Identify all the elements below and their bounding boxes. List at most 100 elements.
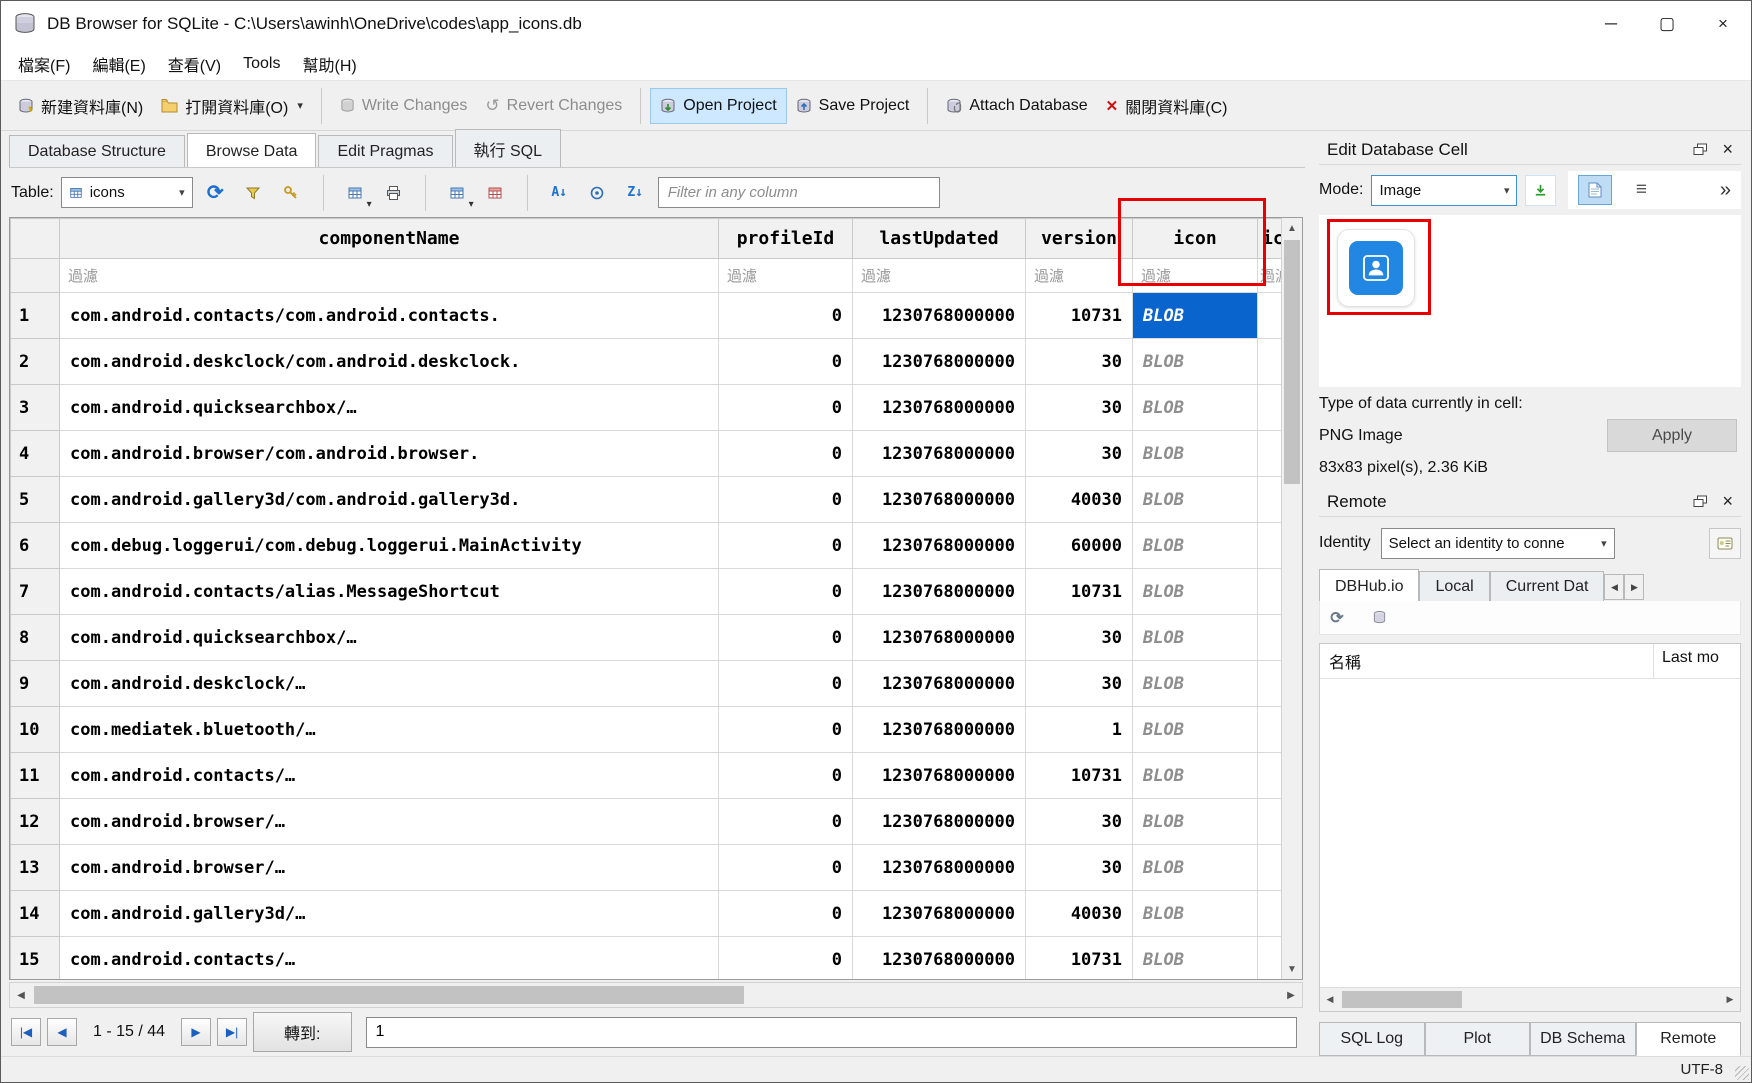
filter-lastupdated[interactable]: 過濾 bbox=[853, 259, 1026, 293]
dock-tab-remote[interactable]: Remote bbox=[1636, 1022, 1742, 1056]
row-number-cell[interactable]: 12 bbox=[11, 799, 60, 845]
icon-cell[interactable]: BLOB bbox=[1133, 385, 1258, 431]
profileid-cell[interactable]: 0 bbox=[719, 661, 853, 707]
row-number-cell[interactable]: 3 bbox=[11, 385, 60, 431]
tab-edit-pragmas[interactable]: Edit Pragmas bbox=[318, 135, 452, 167]
profileid-cell[interactable]: 0 bbox=[719, 569, 853, 615]
dock-tab-db-schema[interactable]: DB Schema bbox=[1530, 1022, 1636, 1056]
componentname-cell[interactable]: com.android.gallery3d/com.android.galler… bbox=[60, 477, 719, 523]
goto-record-input[interactable] bbox=[366, 1017, 1298, 1048]
icon-cell[interactable]: BLOB bbox=[1133, 431, 1258, 477]
icon-cell[interactable]: BLOB bbox=[1133, 661, 1258, 707]
version-cell[interactable]: 30 bbox=[1026, 799, 1133, 845]
previous-record-button[interactable]: ◀ bbox=[47, 1018, 77, 1046]
remote-tab-local[interactable]: Local bbox=[1419, 571, 1489, 601]
version-cell[interactable]: 30 bbox=[1026, 845, 1133, 891]
filter-version[interactable]: 過濾 bbox=[1026, 259, 1133, 293]
remote-horizontal-scrollbar[interactable]: ◀ ▶ bbox=[1320, 987, 1740, 1011]
toolbar-overflow-icon[interactable]: » bbox=[1720, 179, 1731, 202]
profileid-cell[interactable]: 0 bbox=[719, 753, 853, 799]
tab-database-structure[interactable]: Database Structure bbox=[9, 135, 185, 167]
version-cell[interactable]: 40030 bbox=[1026, 891, 1133, 937]
attach-database-button[interactable]: Attach Database bbox=[937, 89, 1096, 123]
close-panel-icon[interactable]: × bbox=[1722, 139, 1733, 160]
profileid-cell[interactable]: 0 bbox=[719, 477, 853, 523]
version-cell[interactable]: 40030 bbox=[1026, 477, 1133, 523]
corner-header-cell[interactable] bbox=[11, 219, 60, 259]
vertical-scrollbar-thumb[interactable] bbox=[1284, 240, 1300, 484]
componentname-cell[interactable]: com.android.browser/… bbox=[60, 845, 719, 891]
resize-grip[interactable] bbox=[1735, 1066, 1749, 1080]
word-wrap-button[interactable]: ≡ bbox=[1624, 175, 1658, 205]
clear-filters-button[interactable] bbox=[238, 177, 269, 208]
lastupdated-cell[interactable]: 1230768000000 bbox=[853, 385, 1026, 431]
version-cell[interactable]: 1 bbox=[1026, 707, 1133, 753]
global-filter-input[interactable] bbox=[658, 177, 940, 208]
horizontal-scrollbar-thumb[interactable] bbox=[34, 986, 744, 1004]
icon-cell[interactable]: BLOB bbox=[1133, 799, 1258, 845]
import-certificate-button[interactable] bbox=[1709, 528, 1741, 559]
row-number-cell[interactable]: 13 bbox=[11, 845, 60, 891]
profileid-cell[interactable]: 0 bbox=[719, 891, 853, 937]
delete-record-button[interactable] bbox=[480, 177, 511, 208]
version-cell[interactable]: 30 bbox=[1026, 615, 1133, 661]
sort-ascending-button[interactable]: A↓ bbox=[544, 177, 575, 208]
float-panel-icon[interactable] bbox=[1693, 143, 1708, 156]
dock-tab-sql-log[interactable]: SQL Log bbox=[1319, 1022, 1425, 1056]
version-cell[interactable]: 10731 bbox=[1026, 569, 1133, 615]
componentname-cell[interactable]: com.android.browser/com.android.browser. bbox=[60, 431, 719, 477]
lastupdated-cell[interactable]: 1230768000000 bbox=[853, 615, 1026, 661]
row-number-cell[interactable]: 8 bbox=[11, 615, 60, 661]
remote-tab-dbhub[interactable]: DBHub.io bbox=[1319, 569, 1419, 601]
scroll-down-icon[interactable]: ▼ bbox=[1282, 959, 1302, 979]
remote-col-last-modified[interactable]: Last mo bbox=[1654, 644, 1740, 678]
icon-cell[interactable]: BLOB bbox=[1133, 477, 1258, 523]
close-database-button[interactable]: ✕ 關閉資料庫(C) bbox=[1097, 86, 1237, 126]
tab-scroll-right-icon[interactable]: ▶ bbox=[1624, 574, 1644, 600]
remote-tab-current-database[interactable]: Current Dat bbox=[1490, 571, 1605, 601]
tab-browse-data[interactable]: Browse Data bbox=[187, 133, 317, 167]
next-record-button[interactable]: ▶ bbox=[181, 1018, 211, 1046]
row-number-cell[interactable]: 1 bbox=[11, 293, 60, 339]
insert-record-button[interactable]: ▾ bbox=[340, 177, 371, 208]
header-icon[interactable]: icon bbox=[1133, 219, 1258, 259]
profileid-cell[interactable]: 0 bbox=[719, 385, 853, 431]
profileid-cell[interactable]: 0 bbox=[719, 293, 853, 339]
componentname-cell[interactable]: com.android.gallery3d/… bbox=[60, 891, 719, 937]
lastupdated-cell[interactable]: 1230768000000 bbox=[853, 707, 1026, 753]
remote-col-name[interactable]: 名稱 bbox=[1320, 644, 1654, 678]
lastupdated-cell[interactable]: 1230768000000 bbox=[853, 293, 1026, 339]
close-button[interactable]: × bbox=[1695, 1, 1751, 47]
profileid-cell[interactable]: 0 bbox=[719, 937, 853, 980]
componentname-cell[interactable]: com.android.contacts/… bbox=[60, 753, 719, 799]
menu-view[interactable]: 查看(V) bbox=[157, 47, 232, 81]
scroll-up-icon[interactable]: ▲ bbox=[1282, 218, 1302, 238]
row-number-cell[interactable]: 10 bbox=[11, 707, 60, 753]
icon-cell[interactable]: BLOB bbox=[1133, 523, 1258, 569]
row-number-cell[interactable]: 7 bbox=[11, 569, 60, 615]
lastupdated-cell[interactable]: 1230768000000 bbox=[853, 477, 1026, 523]
version-cell[interactable]: 30 bbox=[1026, 385, 1133, 431]
componentname-cell[interactable]: com.android.quicksearchbox/… bbox=[60, 385, 719, 431]
filter-componentname[interactable]: 過濾 bbox=[60, 259, 719, 293]
minimize-button[interactable]: ─ bbox=[1583, 1, 1639, 47]
filter-icon[interactable]: 過濾 bbox=[1133, 259, 1258, 293]
remote-scrollbar-thumb[interactable] bbox=[1342, 991, 1462, 1008]
lastupdated-cell[interactable]: 1230768000000 bbox=[853, 799, 1026, 845]
refresh-button[interactable]: ⟳ bbox=[200, 177, 231, 208]
componentname-cell[interactable]: com.android.contacts/alias.MessageShortc… bbox=[60, 569, 719, 615]
componentname-cell[interactable]: com.android.contacts/com.android.contact… bbox=[60, 293, 719, 339]
header-partial[interactable]: ic bbox=[1258, 219, 1282, 259]
version-cell[interactable]: 10731 bbox=[1026, 293, 1133, 339]
menu-tools[interactable]: Tools bbox=[232, 50, 291, 78]
maximize-button[interactable]: ▢ bbox=[1639, 1, 1695, 47]
icon-cell[interactable]: BLOB bbox=[1133, 937, 1258, 980]
profileid-cell[interactable]: 0 bbox=[719, 339, 853, 385]
open-database-button[interactable]: 打開資料庫(O) ▾ bbox=[152, 86, 312, 126]
profileid-cell[interactable]: 0 bbox=[719, 615, 853, 661]
last-record-button[interactable]: ▶| bbox=[217, 1018, 247, 1046]
row-number-cell[interactable]: 5 bbox=[11, 477, 60, 523]
icon-cell[interactable]: BLOB bbox=[1133, 293, 1258, 339]
profileid-cell[interactable]: 0 bbox=[719, 431, 853, 477]
vertical-scrollbar[interactable]: ▲ ▼ bbox=[1281, 218, 1302, 979]
